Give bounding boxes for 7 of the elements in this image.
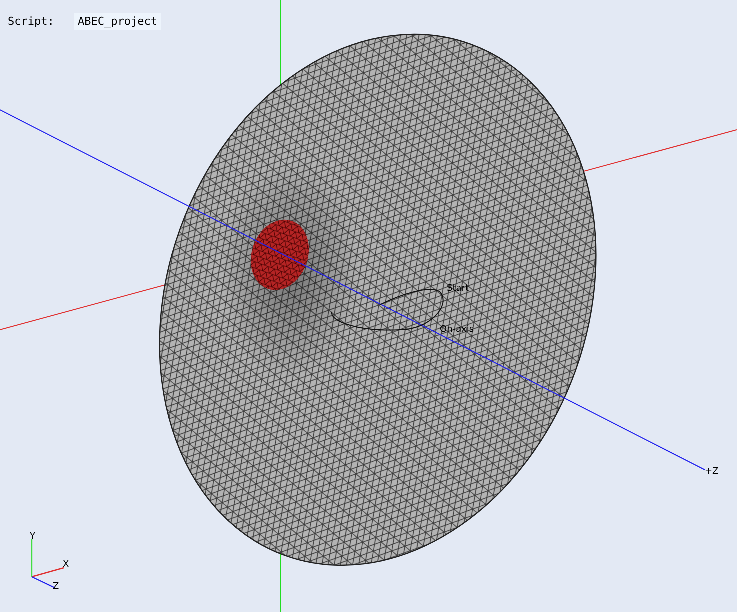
axis-label: X	[63, 560, 70, 570]
axis-label: Z	[53, 582, 60, 592]
axis-triad-drawing	[31, 539, 64, 589]
script-name: ABEC_project	[74, 13, 162, 30]
script-label: Script:	[7, 14, 56, 30]
axis-label: Y	[30, 532, 36, 542]
axis-marker-label: +Z	[705, 467, 719, 477]
